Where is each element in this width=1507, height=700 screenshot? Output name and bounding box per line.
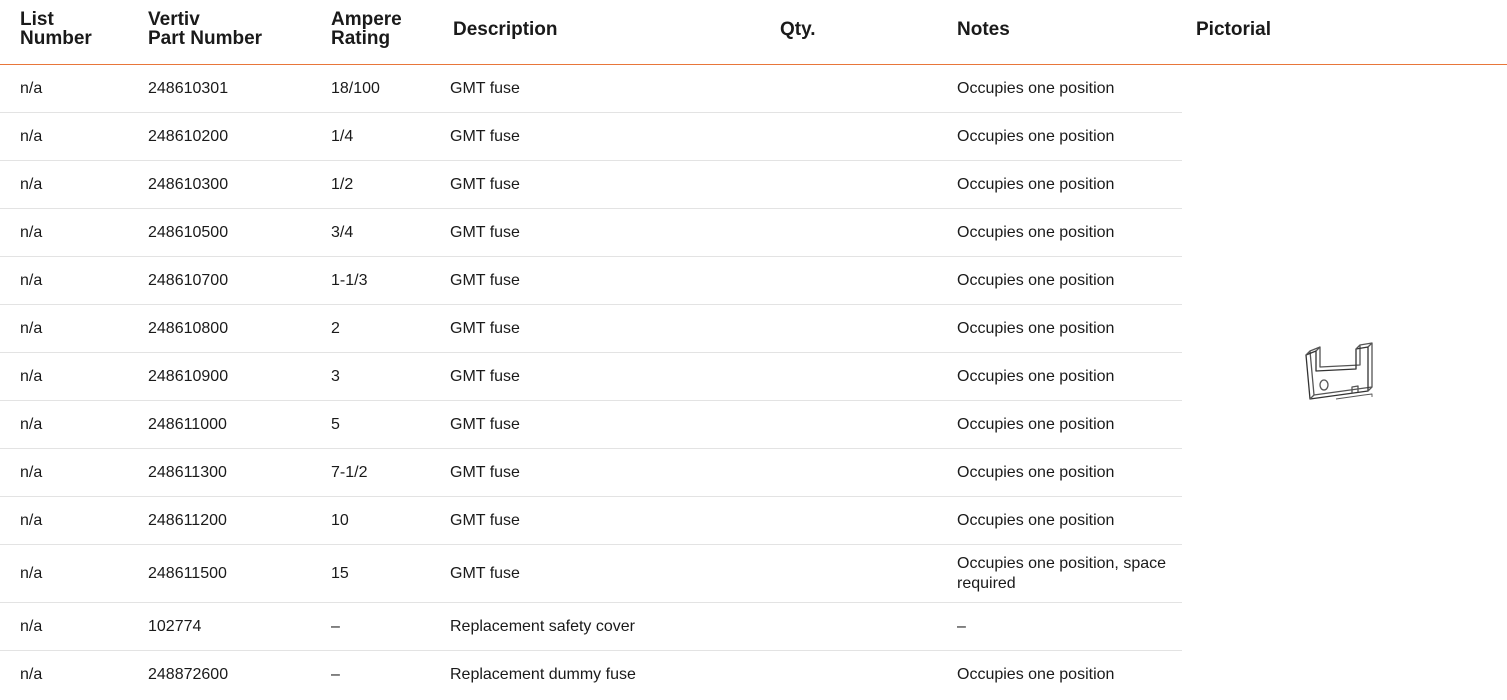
table-row: n/a 248610500 3/4 GMT fuse Occupies one … (0, 209, 1507, 257)
cell-description: GMT fuse (450, 176, 520, 193)
cell-description: GMT fuse (450, 416, 520, 433)
cell-notes: Occupies one position (957, 464, 1115, 481)
header-list-number: List Number (20, 9, 92, 49)
cell-notes: – (957, 618, 966, 635)
cell-description: GMT fuse (450, 224, 520, 241)
parts-table: List Number Vertiv Part Number Ampere Ra… (0, 0, 1507, 699)
table-row: n/a 248611300 7-1/2 GMT fuse Occupies on… (0, 449, 1507, 497)
cell-list-number: n/a (20, 320, 43, 337)
cell-part-number: 248610500 (148, 224, 229, 241)
cell-ampere-rating: 1/4 (331, 128, 354, 145)
cell-list-number: n/a (20, 224, 43, 241)
header-pictorial: Pictorial (1196, 19, 1271, 40)
cell-list-number: n/a (20, 565, 43, 582)
header-part-number: Vertiv Part Number (148, 9, 263, 49)
cell-description: GMT fuse (450, 464, 520, 481)
cell-description: GMT fuse (450, 272, 520, 289)
cell-ampere-rating: 15 (331, 565, 349, 582)
cell-notes: Occupies one position (957, 128, 1115, 145)
cell-list-number: n/a (20, 368, 43, 385)
cell-ampere-rating: – (331, 666, 340, 683)
cell-part-number: 248611500 (148, 565, 227, 582)
cell-notes: Occupies one position (957, 368, 1115, 385)
table-row: n/a 248610200 1/4 GMT fuse Occupies one … (0, 113, 1507, 161)
cell-part-number: 248611300 (148, 464, 227, 481)
cell-list-number: n/a (20, 80, 43, 97)
table-row: n/a 248611500 15 GMT fuse Occupies one p… (0, 545, 1507, 603)
cell-part-number: 102774 (148, 618, 202, 635)
header-description: Description (453, 19, 558, 40)
cell-description: GMT fuse (450, 128, 520, 145)
table-row: n/a 248610900 3 GMT fuse Occupies one po… (0, 353, 1507, 401)
fuse-clip-icon (1305, 342, 1373, 400)
cell-notes: Occupies one position (957, 320, 1115, 337)
table-header: List Number Vertiv Part Number Ampere Ra… (0, 0, 1507, 65)
cell-notes: Occupies one position, space required (957, 555, 1167, 592)
cell-part-number: 248872600 (148, 666, 229, 683)
cell-list-number: n/a (20, 128, 43, 145)
cell-ampere-rating: 1-1/3 (331, 272, 368, 289)
cell-list-number: n/a (20, 464, 43, 481)
cell-list-number: n/a (20, 666, 43, 683)
cell-part-number: 248610700 (148, 272, 229, 289)
table-body: n/a 248610301 18/100 GMT fuse Occupies o… (0, 65, 1507, 699)
cell-ampere-rating: 7-1/2 (331, 464, 368, 481)
cell-ampere-rating: 18/100 (331, 80, 380, 97)
cell-ampere-rating: 1/2 (331, 176, 354, 193)
cell-list-number: n/a (20, 176, 43, 193)
header-qty: Qty. (780, 19, 816, 40)
header-notes: Notes (957, 19, 1010, 40)
cell-part-number: 248610301 (148, 80, 229, 97)
table-row: n/a 248610300 1/2 GMT fuse Occupies one … (0, 161, 1507, 209)
cell-notes: Occupies one position (957, 176, 1115, 193)
cell-notes: Occupies one position (957, 80, 1115, 97)
cell-notes: Occupies one position (957, 224, 1115, 241)
cell-list-number: n/a (20, 512, 43, 529)
cell-notes: Occupies one position (957, 512, 1115, 529)
table-row: n/a 248610700 1-1/3 GMT fuse Occupies on… (0, 257, 1507, 305)
table-row: n/a 248610301 18/100 GMT fuse Occupies o… (0, 65, 1507, 113)
cell-description: GMT fuse (450, 512, 520, 529)
cell-ampere-rating: 2 (331, 320, 340, 337)
cell-description: GMT fuse (450, 320, 520, 337)
cell-part-number: 248610800 (148, 320, 229, 337)
cell-part-number: 248610300 (148, 176, 229, 193)
cell-description: GMT fuse (450, 368, 520, 385)
cell-ampere-rating: 3 (331, 368, 340, 385)
table-row: n/a 248611000 5 GMT fuse Occupies one po… (0, 401, 1507, 449)
cell-description: GMT fuse (450, 80, 520, 97)
cell-list-number: n/a (20, 416, 43, 433)
cell-notes: Occupies one position (957, 272, 1115, 289)
cell-description: GMT fuse (450, 565, 520, 582)
header-ampere-rating: Ampere Rating (331, 9, 402, 49)
table-row: n/a 248610800 2 GMT fuse Occupies one po… (0, 305, 1507, 353)
cell-ampere-rating: 10 (331, 512, 349, 529)
cell-notes: Occupies one position (957, 416, 1115, 433)
table-row: n/a 102774 – Replacement safety cover – (0, 603, 1507, 651)
cell-ampere-rating: – (331, 618, 340, 635)
cell-part-number: 248611200 (148, 512, 227, 529)
cell-part-number: 248610900 (148, 368, 229, 385)
cell-ampere-rating: 3/4 (331, 224, 354, 241)
cell-list-number: n/a (20, 618, 43, 635)
cell-part-number: 248610200 (148, 128, 229, 145)
cell-description: Replacement safety cover (450, 618, 635, 635)
cell-ampere-rating: 5 (331, 416, 340, 433)
table-row: n/a 248872600 – Replacement dummy fuse O… (0, 651, 1507, 699)
cell-part-number: 248611000 (148, 416, 227, 433)
cell-description: Replacement dummy fuse (450, 666, 636, 683)
table-row: n/a 248611200 10 GMT fuse Occupies one p… (0, 497, 1507, 545)
cell-list-number: n/a (20, 272, 43, 289)
cell-notes: Occupies one position (957, 666, 1115, 683)
